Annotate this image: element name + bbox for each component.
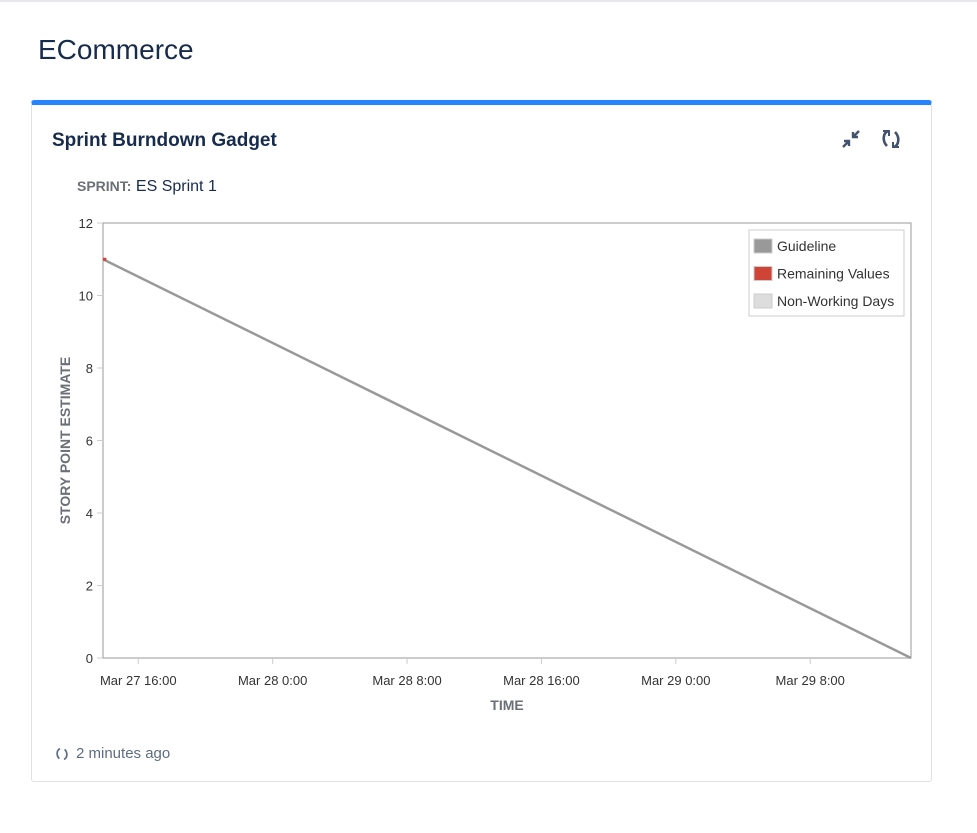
last-updated: 2 minutes ago	[54, 745, 170, 762]
x-tick-label: Mar 29 8:00	[776, 673, 845, 688]
legend-label: Non-Working Days	[777, 293, 894, 309]
legend-swatch	[753, 293, 773, 309]
sprint-burndown-gadget: Sprint Burndown Gadget SPRINT: ES Sprint…	[31, 100, 932, 782]
sprint-name: ES Sprint 1	[135, 178, 217, 195]
y-axis-label: STORY POINT ESTIMATE	[57, 357, 73, 525]
y-tick-label: 6	[86, 434, 93, 449]
y-tick-label: 4	[86, 506, 93, 521]
y-tick-label: 12	[79, 216, 93, 231]
burndown-chart: 0 2 4 6 8 10 12 Mar 27 16:00 Mar 28 0:00 Mar 28 8…	[57, 216, 912, 713]
x-tick-label: Mar 28 16:00	[503, 673, 580, 688]
y-tick-label: 8	[86, 361, 93, 376]
legend-swatch	[753, 266, 773, 281]
legend-swatch	[753, 238, 773, 254]
x-tick-label: Mar 28 8:00	[372, 673, 441, 688]
x-tick-label: Mar 27 16:00	[100, 673, 177, 688]
legend-label: Guideline	[777, 238, 836, 254]
x-axis-label: TIME	[490, 697, 523, 713]
sprint-info: SPRINT: ES Sprint 1	[77, 178, 217, 196]
minimize-icon[interactable]	[839, 127, 863, 151]
updated-text: 2 minutes ago	[76, 745, 171, 762]
y-tick-label: 0	[86, 651, 93, 666]
page-title: ECommerce	[38, 34, 194, 65]
refresh-small-icon[interactable]	[54, 746, 70, 762]
x-tick-label: Mar 29 0:00	[641, 673, 710, 688]
legend-label: Remaining Values	[777, 266, 890, 282]
x-tick-label: Mar 28 0:00	[238, 673, 307, 688]
gadget-title: Sprint Burndown Gadget	[52, 130, 277, 151]
y-tick-label: 10	[79, 289, 93, 304]
sprint-label: SPRINT:	[77, 178, 132, 194]
refresh-icon[interactable]	[879, 127, 903, 151]
top-bar	[0, 0, 977, 2]
y-tick-label: 2	[86, 579, 93, 594]
